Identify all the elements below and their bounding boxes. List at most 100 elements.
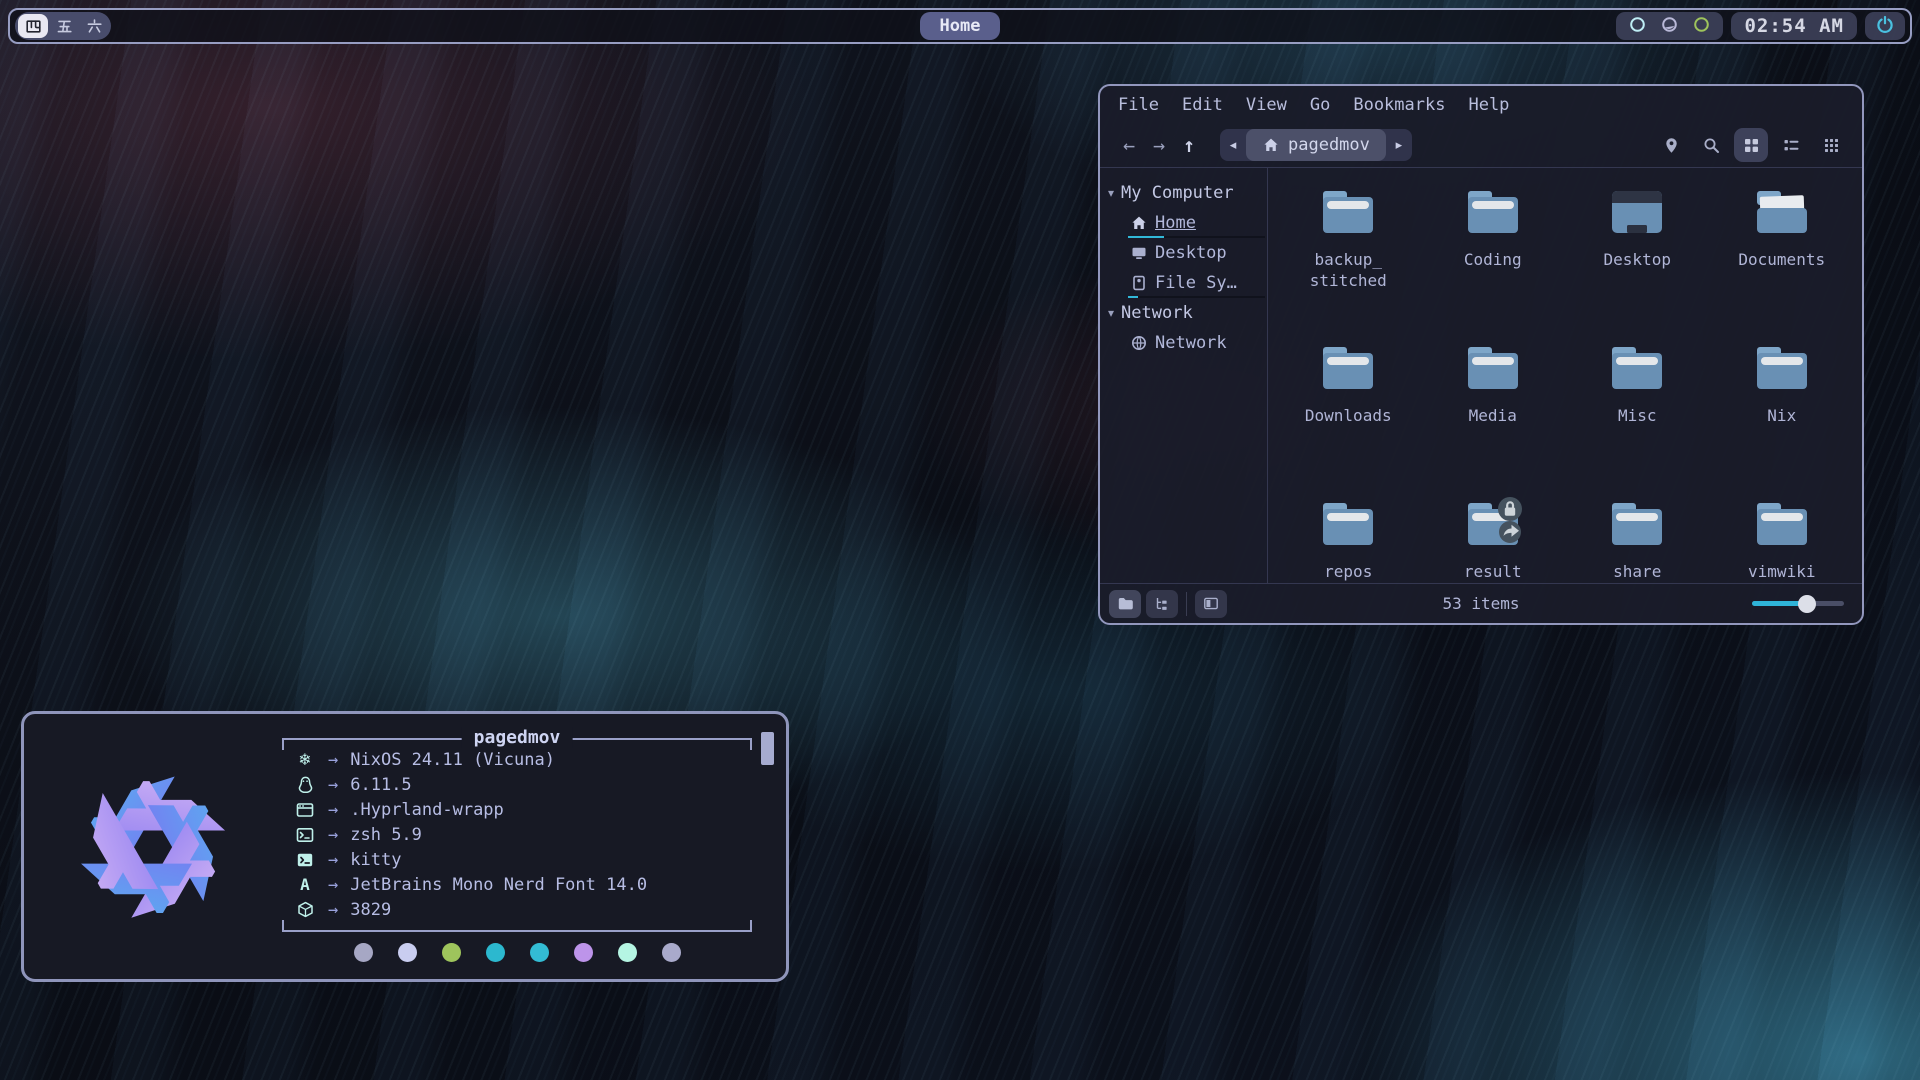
sidebar-item-home[interactable]: Home: [1100, 208, 1267, 238]
folder-label: Coding: [1464, 249, 1522, 270]
folder-label: result: [1464, 561, 1522, 582]
folder-label: Documents: [1738, 249, 1825, 270]
folder-icon: [1750, 496, 1814, 556]
fetch-value: .Hyprland-wrapp: [350, 800, 504, 820]
tree-pane-button[interactable]: [1146, 590, 1178, 618]
sidebar-item-label: Network: [1155, 333, 1227, 353]
path-segment-pagedmov[interactable]: pagedmov: [1246, 129, 1386, 161]
icon-zoom-slider[interactable]: [1752, 594, 1844, 614]
file-manager-content: ▾My Computer Home Desktop File Sy… ▾ Network N…: [1100, 167, 1862, 583]
folder-vimwiki[interactable]: vimwiki: [1710, 496, 1855, 583]
folder-icon: [1750, 340, 1814, 400]
path-bar: ◂ pagedmov ▸: [1220, 129, 1412, 161]
slider-knob[interactable]: [1798, 595, 1816, 613]
terminal-outline-icon: [292, 827, 318, 843]
menu-bookmarks[interactable]: Bookmarks: [1353, 95, 1445, 115]
sidebar-item-network[interactable]: Network: [1100, 328, 1267, 358]
palette-dot: [486, 943, 505, 962]
search-icon[interactable]: [1694, 128, 1728, 162]
fetch-value: NixOS 24.11 (Vicuna): [350, 750, 555, 770]
arrow-glyph: →: [328, 825, 338, 845]
workspace-switcher[interactable]: [15, 12, 111, 40]
list-view-icon[interactable]: [1774, 128, 1808, 162]
sidebar-section-label: Network: [1121, 303, 1193, 323]
folder-misc[interactable]: Misc: [1565, 340, 1710, 496]
folder-icon: [1316, 496, 1380, 556]
folder-label: vimwiki: [1748, 561, 1815, 582]
sidebar-item-desktop[interactable]: Desktop: [1100, 238, 1267, 268]
folder-label: share: [1613, 561, 1661, 582]
folder-repos[interactable]: repos: [1276, 496, 1421, 583]
nixos-logo: [24, 714, 282, 979]
sidebar-item-filesy[interactable]: File Sy…: [1100, 268, 1267, 298]
circle-outline-cyan-icon[interactable]: [1629, 16, 1646, 37]
collapse-arrow-icon[interactable]: ▾: [1108, 306, 1114, 320]
folder-media[interactable]: Media: [1421, 340, 1566, 496]
sidebar-item-label: Desktop: [1155, 243, 1227, 263]
menu-help[interactable]: Help: [1468, 95, 1509, 115]
side-pane-button[interactable]: [1195, 590, 1227, 618]
workspace-button[interactable]: [80, 15, 108, 37]
fetch-row: → zsh 5.9: [292, 822, 748, 847]
power-icon: [1876, 15, 1894, 37]
menu-view[interactable]: View: [1246, 95, 1287, 115]
folder-coding[interactable]: Coding: [1421, 184, 1566, 340]
sidebar-item-label: Home: [1155, 213, 1196, 233]
menu-go[interactable]: Go: [1310, 95, 1330, 115]
desktop-folder-icon: [1605, 184, 1669, 244]
places-sidebar: ▾My Computer Home Desktop File Sy… ▾ Network N…: [1100, 168, 1268, 583]
terminal-window[interactable]: pagedmov ❄→NixOS 24.11 (Vicuna)→6.11.5→.…: [21, 711, 789, 982]
folder-nix[interactable]: Nix: [1710, 340, 1855, 496]
file-manager-menubar: File Edit View Go Bookmarks Help: [1100, 86, 1862, 123]
fetch-value: kitty: [350, 850, 401, 870]
separator: [1186, 592, 1187, 616]
grid-view-icon[interactable]: [1734, 128, 1768, 162]
fetch-value: zsh 5.9: [350, 825, 422, 845]
fetch-row: → 6.11.5: [292, 772, 748, 797]
globe-icon: [1130, 335, 1147, 351]
bar-right: 02:54 AM: [1616, 12, 1905, 40]
arrow-glyph: →: [328, 800, 338, 820]
location-pin-icon[interactable]: [1654, 128, 1688, 162]
workspace-button[interactable]: [50, 15, 78, 37]
circle-half-lavender-icon[interactable]: [1661, 16, 1678, 37]
fetch-value: 3829: [350, 900, 391, 920]
sidebar-section-my-computer[interactable]: ▾My Computer: [1100, 178, 1267, 208]
home-icon: [1262, 137, 1279, 153]
toolbar-view-controls: [1654, 128, 1848, 162]
up-button[interactable]: ↑: [1174, 133, 1204, 157]
collapse-arrow-icon[interactable]: ▾: [1108, 186, 1114, 200]
active-window-title[interactable]: Home: [920, 12, 1001, 40]
home-icon: [1130, 215, 1147, 231]
menu-edit[interactable]: Edit: [1182, 95, 1223, 115]
path-scroll-left-icon[interactable]: ◂: [1220, 138, 1246, 153]
workspace-button[interactable]: [18, 14, 48, 38]
system-tray[interactable]: [1616, 12, 1723, 40]
folder-share[interactable]: share: [1565, 496, 1710, 583]
palette-dot: [530, 943, 549, 962]
folder-documents[interactable]: Documents: [1710, 184, 1855, 340]
sidebar-section-network[interactable]: ▾ Network: [1100, 298, 1267, 328]
folder-icon: [1605, 340, 1669, 400]
folder-downloads[interactable]: Downloads: [1276, 340, 1421, 496]
back-button[interactable]: ←: [1114, 133, 1144, 157]
fetch-value: 6.11.5: [350, 775, 411, 795]
folder-backup_stitched[interactable]: backup_stitched: [1276, 184, 1421, 340]
folder-label: Misc: [1618, 405, 1657, 426]
app-grid-icon[interactable]: [1814, 128, 1848, 162]
folder-result[interactable]: result: [1421, 496, 1566, 583]
folder-desktop[interactable]: Desktop: [1565, 184, 1710, 340]
menu-file[interactable]: File: [1118, 95, 1159, 115]
fetch-row: A→JetBrains Mono Nerd Font 14.0: [292, 872, 748, 897]
slider-track[interactable]: [1752, 601, 1844, 606]
folder-pane-button[interactable]: [1109, 590, 1141, 618]
path-scroll-right-icon[interactable]: ▸: [1386, 138, 1412, 153]
fetch-rows: ❄→NixOS 24.11 (Vicuna)→6.11.5→.Hyprland-…: [292, 747, 748, 922]
fetch-value: JetBrains Mono Nerd Font 14.0: [350, 875, 647, 895]
fetch-row: → .Hyprland-wrapp: [292, 797, 748, 822]
forward-button[interactable]: →: [1144, 133, 1174, 157]
power-button[interactable]: [1865, 12, 1905, 40]
circle-outline-green-icon[interactable]: [1693, 16, 1710, 37]
arrow-glyph: →: [328, 775, 338, 795]
folder-label: backup_stitched: [1310, 249, 1387, 291]
